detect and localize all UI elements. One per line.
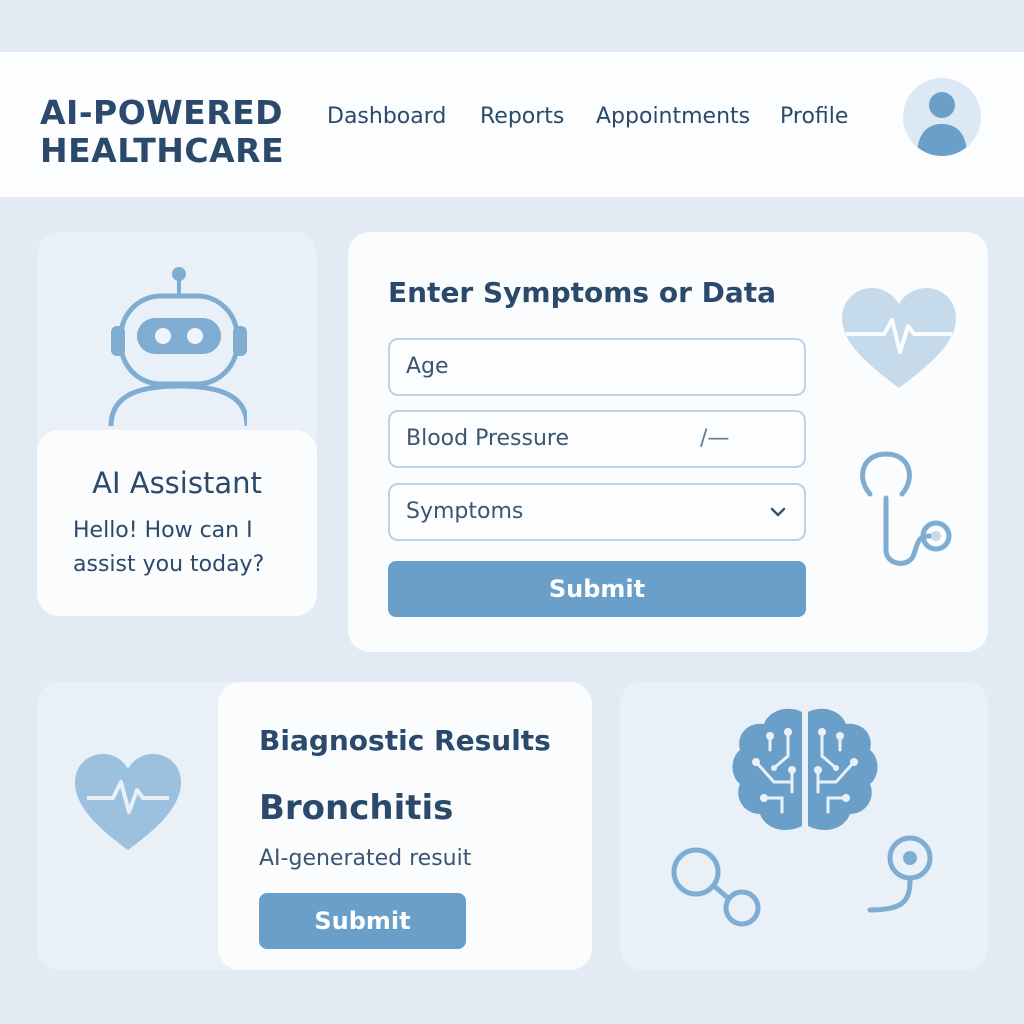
logo-line-2: HEALTHCARE: [40, 131, 285, 170]
assistant-message-line-1: Hello! How can I: [73, 518, 253, 543]
blood-pressure-separator: /—: [700, 426, 730, 451]
age-input[interactable]: Age: [388, 338, 806, 396]
nav-profile[interactable]: Profile: [780, 104, 848, 129]
form-submit-button[interactable]: Submit: [388, 561, 806, 617]
assistant-card: AI Assistant Hello! How can I assist you…: [37, 232, 317, 616]
results-panel: Biagnostic Results Bronchitis AI-generat…: [218, 682, 592, 970]
heart-pulse-icon: [75, 754, 181, 850]
assistant-message-panel: AI Assistant Hello! How can I assist you…: [37, 430, 317, 616]
results-card: Biagnostic Results Bronchitis AI-generat…: [37, 682, 592, 970]
symptom-form-card: Enter Symptoms or Data Age Blood Pressur…: [348, 232, 988, 652]
stethoscope-chestpiece-icon: [867, 835, 933, 913]
heart-pulse-icon: [842, 288, 956, 388]
blood-pressure-placeholder: Blood Pressure: [406, 426, 570, 451]
user-avatar[interactable]: [903, 78, 981, 156]
symptoms-placeholder: Symptoms: [406, 499, 524, 524]
stethoscope-icon: [860, 451, 952, 566]
brain-circuit-icon: [732, 708, 878, 830]
blood-pressure-input[interactable]: Blood Pressure /—: [388, 410, 806, 468]
nav-reports[interactable]: Reports: [480, 104, 564, 129]
form-title: Enter Symptoms or Data: [388, 276, 777, 309]
nav-dashboard[interactable]: Dashboard: [327, 104, 446, 129]
assistant-message-line-2: assist you today?: [73, 552, 265, 577]
diagnosis-note: AI-generated resuit: [259, 846, 472, 871]
robot-icon: [108, 267, 247, 427]
user-avatar-icon: [917, 92, 967, 156]
top-header: AI-POWERED HEALTHCARE Dashboard Reports …: [0, 52, 1024, 197]
stethoscope-tubing-icon: [671, 847, 761, 927]
nav-appointments[interactable]: Appointments: [596, 104, 750, 129]
logo-line-1: AI-POWERED: [40, 93, 284, 132]
assistant-message: Hello! How can I assist you today?: [73, 514, 264, 582]
results-submit-button[interactable]: Submit: [259, 893, 466, 949]
assistant-title: AI Assistant: [92, 466, 262, 500]
results-title: Biagnostic Results: [259, 724, 551, 757]
diagnosis-value: Bronchitis: [259, 788, 454, 828]
ai-illustration-card: [620, 682, 988, 970]
chevron-down-icon: [770, 507, 786, 517]
app-logo[interactable]: AI-POWERED HEALTHCARE: [40, 94, 284, 170]
symptoms-select[interactable]: Symptoms: [388, 483, 806, 541]
